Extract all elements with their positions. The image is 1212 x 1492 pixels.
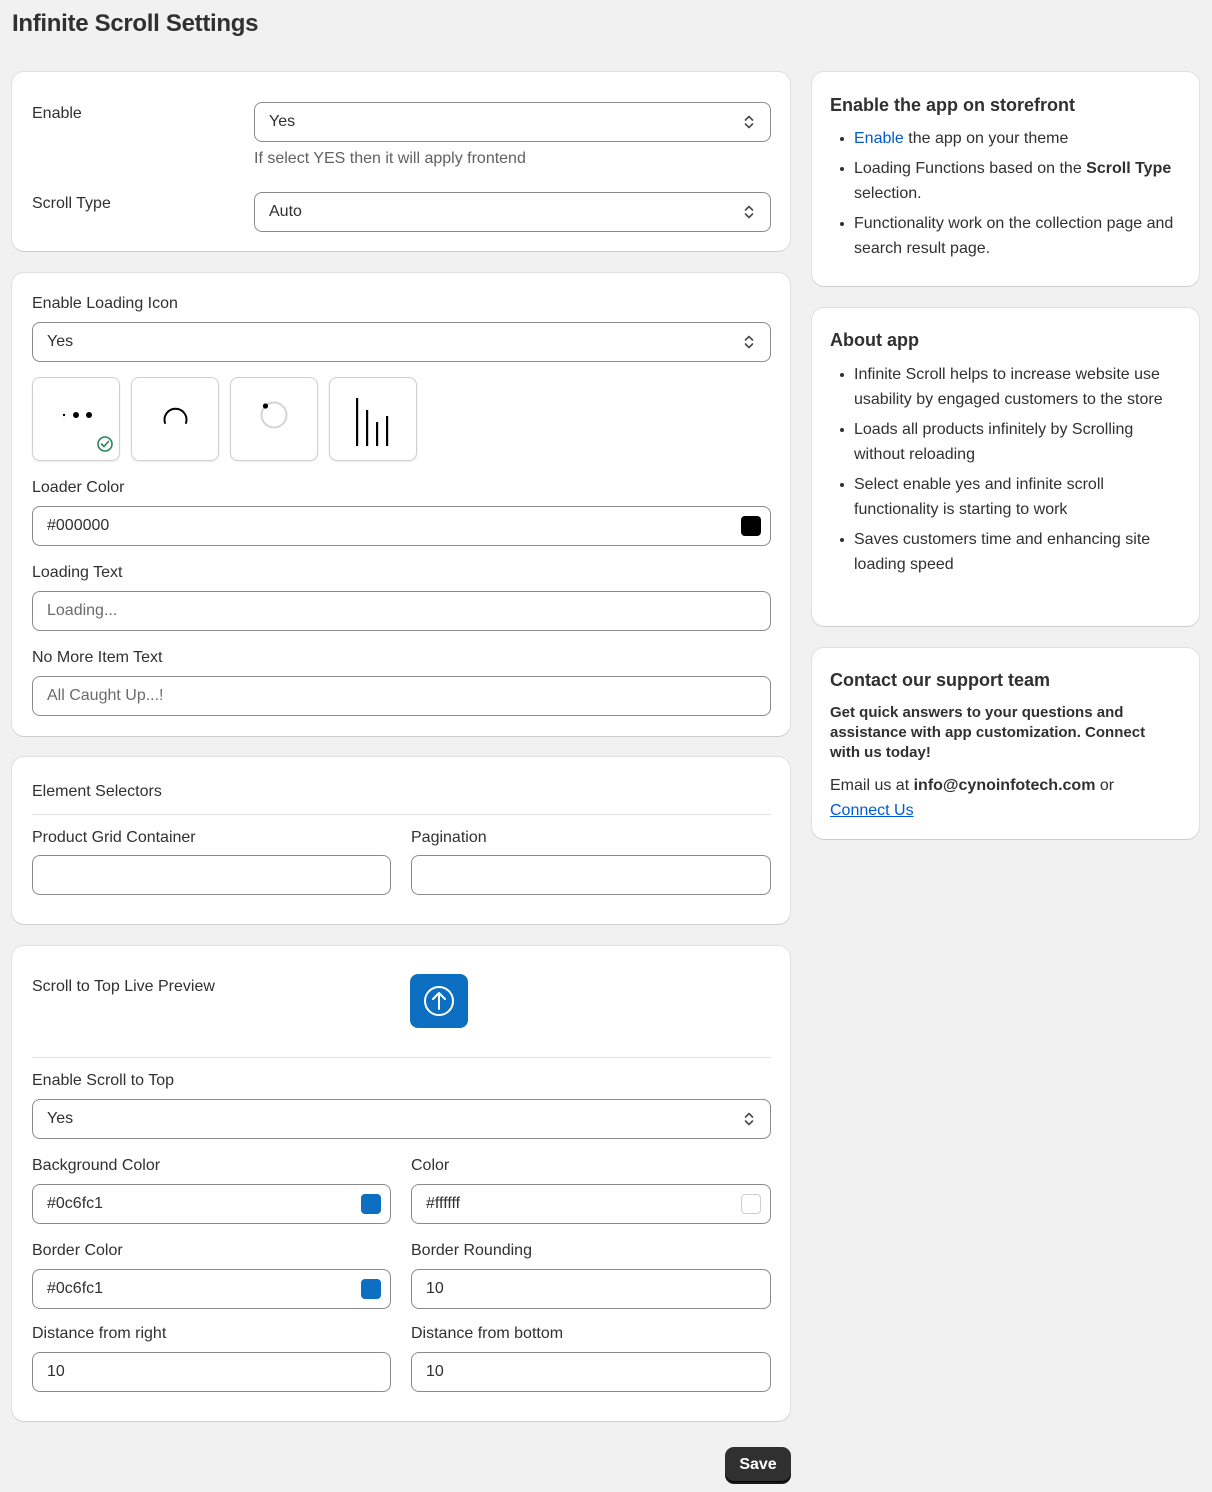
product-grid-input[interactable] bbox=[32, 855, 391, 895]
enable-loading-icon-value: Yes bbox=[47, 333, 74, 350]
section-divider bbox=[32, 814, 771, 815]
scroll-top-preview-label: Scroll to Top Live Preview bbox=[32, 978, 215, 995]
loading-settings-card: Enable Loading Icon Yes Loader Color #00… bbox=[12, 273, 790, 736]
color-label: Color bbox=[411, 1157, 450, 1174]
distance-right-input[interactable]: 10 bbox=[32, 1352, 391, 1392]
background-color-input[interactable]: #0c6fc1 bbox=[32, 1184, 391, 1224]
enable-select-value: Yes bbox=[269, 113, 296, 130]
loader-option-arc[interactable] bbox=[131, 377, 219, 461]
loader-option-bars[interactable] bbox=[329, 377, 417, 461]
arrow-up-circle-icon bbox=[424, 986, 454, 1016]
color-input[interactable]: #ffffff bbox=[411, 1184, 771, 1224]
scroll-top-preview-button[interactable] bbox=[410, 974, 468, 1028]
list-item: Functionality work on the collection pag… bbox=[830, 211, 1182, 261]
list-item: Select enable yes and infinite scroll fu… bbox=[830, 472, 1182, 522]
support-title: Contact our support team bbox=[830, 670, 1051, 690]
distance-bottom-value: 10 bbox=[426, 1363, 444, 1380]
enable-loading-icon-select[interactable]: Yes bbox=[32, 322, 771, 362]
loading-text-input[interactable]: Loading... bbox=[32, 591, 771, 631]
no-more-item-placeholder: All Caught Up...! bbox=[47, 687, 164, 704]
pagination-label: Pagination bbox=[411, 829, 487, 846]
scroll-type-select-value: Auto bbox=[269, 203, 302, 220]
list-item: Loading Functions based on the Scroll Ty… bbox=[830, 156, 1182, 206]
select-arrows-icon bbox=[744, 205, 754, 219]
about-app-card: About app Infinite Scroll helps to incre… bbox=[812, 308, 1199, 626]
circle-dot-spinner-icon bbox=[260, 401, 288, 429]
enable-help-text: If select YES then it will apply fronten… bbox=[254, 150, 526, 167]
save-button[interactable]: Save bbox=[725, 1447, 791, 1482]
color-value: #ffffff bbox=[426, 1195, 461, 1212]
support-contact-line: Email us at info@cynoinfotech.com or Con… bbox=[830, 777, 1115, 819]
background-color-swatch[interactable] bbox=[361, 1194, 381, 1214]
background-color-label: Background Color bbox=[32, 1157, 161, 1174]
element-selectors-card: Element Selectors Product Grid Container… bbox=[12, 757, 790, 924]
scroll-type-label: Scroll Type bbox=[32, 195, 111, 212]
scroll-to-top-card: Scroll to Top Live Preview Enable Scroll… bbox=[12, 946, 790, 1421]
loader-option-dots[interactable] bbox=[32, 377, 120, 461]
connect-us-link[interactable]: Connect Us bbox=[830, 802, 914, 819]
border-color-value: #0c6fc1 bbox=[47, 1280, 104, 1297]
loader-color-value: #000000 bbox=[47, 517, 110, 534]
distance-bottom-input[interactable]: 10 bbox=[411, 1352, 771, 1392]
support-description: Get quick answers to your questions and … bbox=[830, 704, 1146, 761]
enable-scroll-top-label: Enable Scroll to Top bbox=[32, 1072, 175, 1089]
support-email[interactable]: info@cynoinfotech.com bbox=[914, 777, 1096, 794]
storefront-title: Enable the app on storefront bbox=[830, 95, 1076, 115]
select-arrows-icon bbox=[744, 335, 754, 349]
distance-right-label: Distance from right bbox=[32, 1325, 167, 1342]
enable-label: Enable bbox=[32, 105, 82, 122]
page-title: Infinite Scroll Settings bbox=[12, 10, 259, 37]
support-card: Contact our support team Get quick answe… bbox=[812, 648, 1199, 839]
border-rounding-input[interactable]: 10 bbox=[411, 1269, 771, 1309]
no-more-item-label: No More Item Text bbox=[32, 649, 163, 666]
border-color-input[interactable]: #0c6fc1 bbox=[32, 1269, 391, 1309]
enable-scroll-top-select[interactable]: Yes bbox=[32, 1099, 771, 1139]
border-color-label: Border Color bbox=[32, 1242, 123, 1259]
enable-scroll-top-value: Yes bbox=[47, 1110, 74, 1127]
scroll-type-select[interactable]: Auto bbox=[254, 192, 771, 232]
pagination-input[interactable] bbox=[411, 855, 771, 895]
border-color-swatch[interactable] bbox=[361, 1279, 381, 1299]
general-settings-card: Enable Yes If select YES then it will ap… bbox=[12, 72, 790, 251]
storefront-card: Enable the app on storefront Enable the … bbox=[812, 72, 1199, 286]
border-rounding-value: 10 bbox=[426, 1280, 444, 1297]
loading-text-label: Loading Text bbox=[32, 564, 123, 581]
loader-color-input[interactable]: #000000 bbox=[32, 506, 771, 546]
border-rounding-label: Border Rounding bbox=[411, 1242, 532, 1259]
selected-check-icon bbox=[97, 436, 113, 452]
arc-spinner-icon bbox=[163, 407, 188, 424]
element-selectors-heading: Element Selectors bbox=[32, 783, 162, 800]
list-item: Saves customers time and enhancing site … bbox=[830, 527, 1182, 577]
distance-right-value: 10 bbox=[47, 1363, 65, 1380]
background-color-value: #0c6fc1 bbox=[47, 1195, 104, 1212]
enable-link[interactable]: Enable bbox=[854, 130, 904, 147]
list-item: Loads all products infinitely by Scrolli… bbox=[830, 417, 1182, 467]
loader-color-label: Loader Color bbox=[32, 479, 125, 496]
loader-option-circle-dot[interactable] bbox=[230, 377, 318, 461]
storefront-list: Enable the app on your theme Loading Fun… bbox=[830, 126, 1182, 266]
list-item: Infinite Scroll helps to increase websit… bbox=[830, 362, 1182, 412]
select-arrows-icon bbox=[744, 1112, 754, 1126]
list-item: Enable the app on your theme bbox=[830, 126, 1182, 151]
about-title: About app bbox=[830, 330, 919, 350]
product-grid-label: Product Grid Container bbox=[32, 829, 196, 846]
bars-loader-icon bbox=[356, 398, 389, 446]
enable-loading-icon-label: Enable Loading Icon bbox=[32, 295, 178, 312]
loading-text-placeholder: Loading... bbox=[47, 602, 118, 619]
enable-select[interactable]: Yes bbox=[254, 102, 771, 142]
section-divider bbox=[32, 1057, 771, 1058]
loader-color-swatch[interactable] bbox=[741, 516, 761, 536]
distance-bottom-label: Distance from bottom bbox=[411, 1325, 564, 1342]
no-more-item-input[interactable]: All Caught Up...! bbox=[32, 676, 771, 716]
select-arrows-icon bbox=[744, 115, 754, 129]
about-list: Infinite Scroll helps to increase websit… bbox=[830, 362, 1182, 582]
color-swatch[interactable] bbox=[741, 1194, 761, 1214]
